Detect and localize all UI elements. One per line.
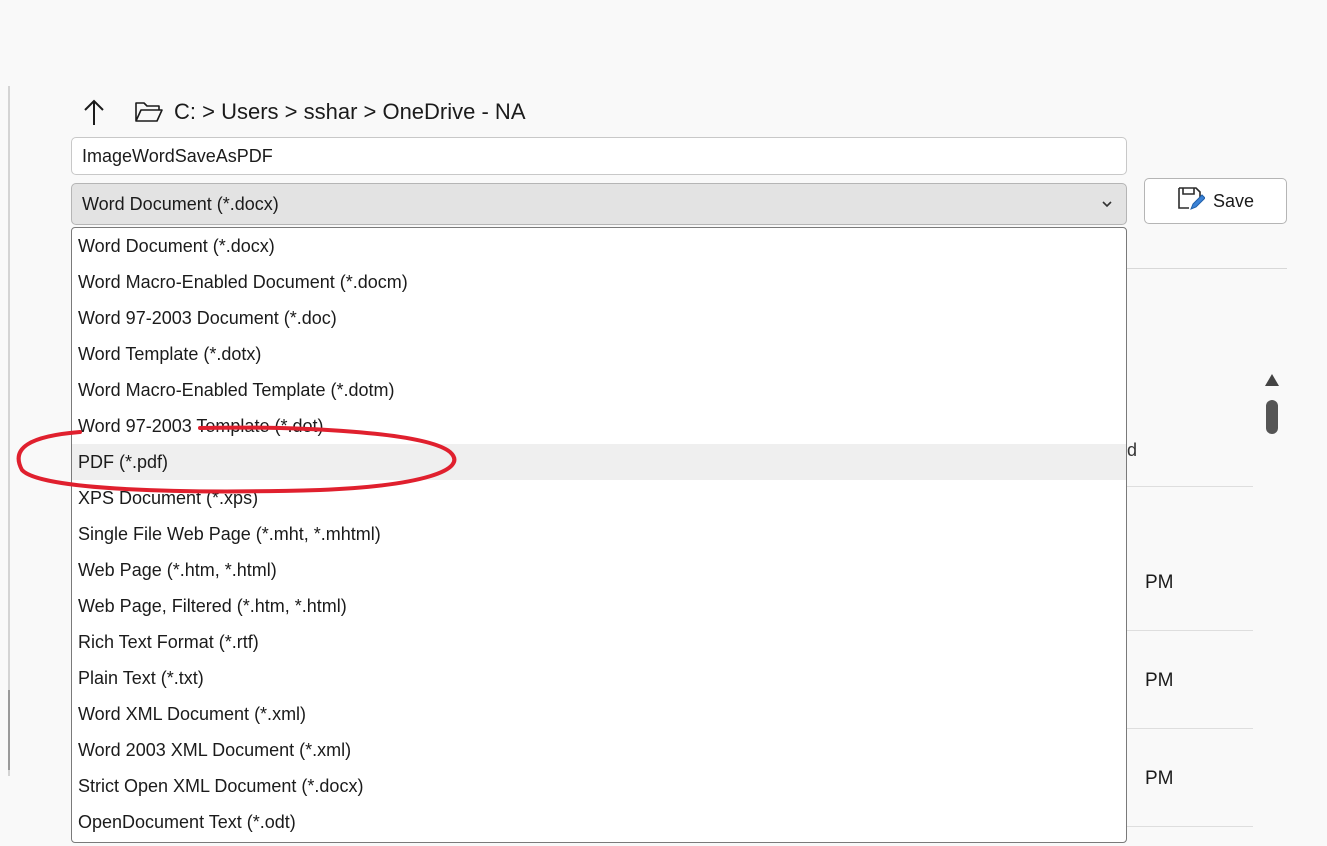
save-label: Save — [1212, 190, 1255, 211]
row-divider — [1127, 826, 1253, 827]
file-type-select[interactable]: Word Document (*.docx) — [71, 183, 1127, 225]
option-xml-2003[interactable]: Word 2003 XML Document (*.xml) — [72, 732, 1126, 768]
option-dotm[interactable]: Word Macro-Enabled Template (*.dotm) — [72, 372, 1126, 408]
left-pane-edge — [8, 86, 10, 776]
up-arrow-icon[interactable] — [80, 97, 108, 127]
option-xps[interactable]: XPS Document (*.xps) — [72, 480, 1126, 516]
save-icon — [1177, 186, 1206, 217]
scrollbar-thumb[interactable] — [1266, 400, 1278, 434]
option-docm[interactable]: Word Macro-Enabled Document (*.docm) — [72, 264, 1126, 300]
option-odt[interactable]: OpenDocument Text (*.odt) — [72, 804, 1126, 840]
file-type-dropdown-list[interactable]: Word Document (*.docx) Word Macro-Enable… — [71, 227, 1127, 843]
option-strict-docx[interactable]: Strict Open XML Document (*.docx) — [72, 768, 1126, 804]
option-pdf[interactable]: PDF (*.pdf) — [72, 444, 1126, 480]
filename-input[interactable]: ImageWordSaveAsPDF — [71, 137, 1127, 175]
option-docx[interactable]: Word Document (*.docx) — [72, 228, 1126, 264]
option-doc[interactable]: Word 97-2003 Document (*.doc) — [72, 300, 1126, 336]
option-xml[interactable]: Word XML Document (*.xml) — [72, 696, 1126, 732]
left-pane-splitter[interactable] — [8, 690, 10, 770]
option-txt[interactable]: Plain Text (*.txt) — [72, 660, 1126, 696]
option-rtf[interactable]: Rich Text Format (*.rtf) — [72, 624, 1126, 660]
modified-time: PM — [1145, 670, 1174, 691]
option-htm-filtered[interactable]: Web Page, Filtered (*.htm, *.html) — [72, 588, 1126, 624]
option-dot[interactable]: Word 97-2003 Template (*.dot) — [72, 408, 1126, 444]
modified-time: PM — [1145, 572, 1174, 593]
option-dotx[interactable]: Word Template (*.dotx) — [72, 336, 1126, 372]
option-mht[interactable]: Single File Web Page (*.mht, *.mhtml) — [72, 516, 1126, 552]
row-divider — [1127, 728, 1253, 729]
folder-icon — [134, 100, 164, 124]
scroll-up-arrow-icon[interactable] — [1265, 374, 1279, 386]
filename-value: ImageWordSaveAsPDF — [82, 145, 273, 166]
save-button[interactable]: Save — [1144, 178, 1287, 224]
column-header-fragment: d — [1127, 440, 1138, 460]
modified-time: PM — [1145, 768, 1174, 789]
breadcrumb: C: > Users > sshar > OneDrive - NA — [80, 94, 526, 130]
row-divider — [1127, 630, 1253, 631]
option-htm[interactable]: Web Page (*.htm, *.html) — [72, 552, 1126, 588]
row-divider — [1127, 486, 1253, 487]
file-type-selected: Word Document (*.docx) — [82, 193, 279, 214]
chevron-down-icon — [1102, 201, 1112, 208]
breadcrumb-path[interactable]: C: > Users > sshar > OneDrive - NA — [174, 99, 526, 125]
divider — [1127, 268, 1287, 269]
